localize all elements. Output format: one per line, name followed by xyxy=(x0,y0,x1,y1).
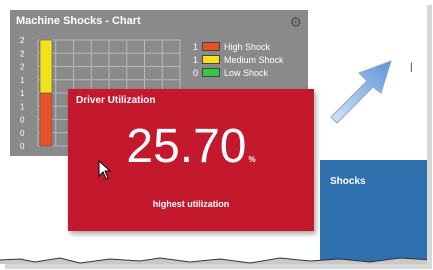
legend-item-high: 1 High Shock xyxy=(188,40,284,53)
y-tick-label: 0 xyxy=(20,142,25,150)
y-tick-label: 2 xyxy=(20,63,25,72)
legend-label: Low Shock xyxy=(224,67,269,78)
shocks-tile[interactable]: Shocks xyxy=(320,160,427,264)
legend-label: High Shock xyxy=(224,41,271,52)
cursor-icon xyxy=(98,160,112,180)
tick-mark: | xyxy=(410,62,413,73)
legend-count: 1 xyxy=(192,41,198,52)
legend-count: 1 xyxy=(192,54,198,65)
y-tick-label: 0 xyxy=(20,129,25,138)
chart-legend: 1 High Shock 1 Medium Shock 0 Low Shock xyxy=(188,40,284,79)
y-tick-label: 0 xyxy=(20,116,25,125)
y-tick-label: 2 xyxy=(20,36,25,45)
utilization-unit: % xyxy=(248,155,256,164)
dashboard-canvas: Machine Shocks - Chart ⚙ 2 2 2 1 1 1 0 0 0 1 Hig… xyxy=(0,0,427,264)
shocks-tile-title: Shocks xyxy=(330,176,366,187)
y-tick-label: 1 xyxy=(20,76,25,85)
y-tick-label: 1 xyxy=(20,102,25,111)
legend-swatch xyxy=(202,68,220,77)
legend-item-medium: 1 Medium Shock xyxy=(188,53,284,66)
y-tick-label: 1 xyxy=(20,89,25,98)
utilization-value: 25.70 xyxy=(126,120,247,173)
legend-swatch xyxy=(202,42,220,51)
legend-item-low: 0 Low Shock xyxy=(188,66,284,79)
bar-segment-high-shock xyxy=(39,92,53,147)
bar-segment-medium-shock xyxy=(39,39,53,94)
legend-count: 0 xyxy=(192,67,198,78)
legend-label: Medium Shock xyxy=(224,54,284,65)
torn-edge xyxy=(0,257,427,264)
chart-tile-title: Machine Shocks - Chart xyxy=(16,15,141,27)
utilization-title: Driver Utilization xyxy=(76,95,156,106)
utilization-subtitle: highest utilization xyxy=(152,199,230,209)
legend-swatch xyxy=(202,55,220,64)
y-tick-label: 2 xyxy=(20,49,25,58)
arrow-icon xyxy=(330,60,392,124)
gear-icon[interactable]: ⚙ xyxy=(289,14,302,31)
